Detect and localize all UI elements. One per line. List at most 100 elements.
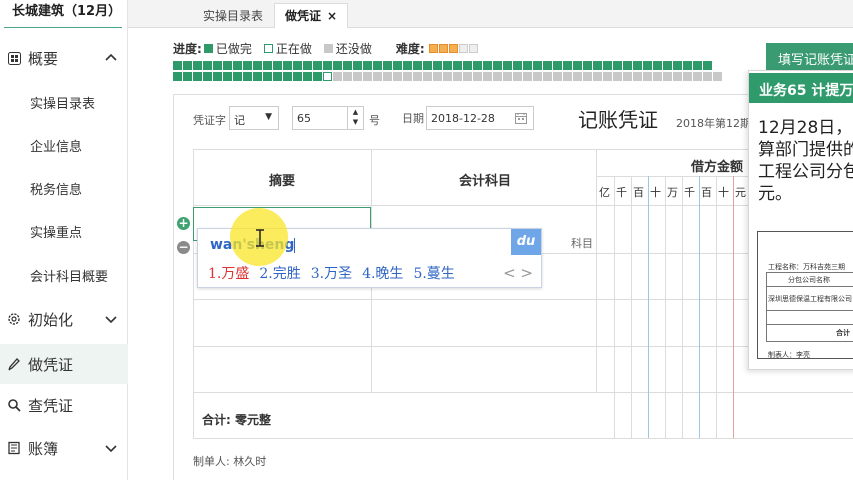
nav-group-make-voucher[interactable]: 做凭证 xyxy=(0,344,128,384)
progress-cell[interactable] xyxy=(683,61,692,70)
progress-cell[interactable] xyxy=(493,61,502,70)
progress-cell[interactable] xyxy=(343,72,352,81)
progress-cell[interactable] xyxy=(693,72,702,81)
progress-cell[interactable] xyxy=(403,61,412,70)
progress-cell[interactable] xyxy=(323,61,332,70)
sidebar-item-company-info[interactable]: 企业信息 xyxy=(30,136,82,155)
progress-cell[interactable] xyxy=(563,72,572,81)
progress-cell[interactable] xyxy=(303,72,312,81)
progress-cell[interactable] xyxy=(663,61,672,70)
voucher-type-select[interactable]: 记 ▼ xyxy=(229,106,279,130)
fill-voucher-button[interactable]: 填写记账凭证 xyxy=(766,43,853,70)
progress-cell[interactable] xyxy=(573,61,582,70)
progress-cell[interactable] xyxy=(533,72,542,81)
progress-cell[interactable] xyxy=(673,72,682,81)
progress-cell[interactable] xyxy=(183,72,192,81)
progress-cell[interactable] xyxy=(483,61,492,70)
progress-cell[interactable] xyxy=(203,72,212,81)
progress-cell[interactable] xyxy=(683,72,692,81)
progress-cell[interactable] xyxy=(173,72,182,81)
progress-cell[interactable] xyxy=(453,61,462,70)
progress-cell[interactable] xyxy=(653,72,662,81)
progress-cell[interactable] xyxy=(343,61,352,70)
progress-cell[interactable] xyxy=(303,61,312,70)
sidebar-item-tax-info[interactable]: 税务信息 xyxy=(30,179,82,198)
progress-cell[interactable] xyxy=(203,61,212,70)
progress-cell[interactable] xyxy=(603,72,612,81)
progress-cell[interactable] xyxy=(533,61,542,70)
progress-cell[interactable] xyxy=(703,61,712,70)
progress-cell[interactable] xyxy=(583,61,592,70)
progress-cell[interactable] xyxy=(433,72,442,81)
progress-cell[interactable] xyxy=(543,72,552,81)
progress-cell[interactable] xyxy=(633,61,642,70)
progress-cell[interactable] xyxy=(293,72,302,81)
progress-cell[interactable] xyxy=(413,61,422,70)
progress-cell[interactable] xyxy=(383,61,392,70)
source-document[interactable]: 工程名称：万科吉苑三期 分包公司名称 深圳思德保温工程有限公司 合计 制表人：李… xyxy=(757,231,853,359)
progress-cell[interactable] xyxy=(253,72,262,81)
progress-cell[interactable] xyxy=(333,61,342,70)
progress-cell[interactable] xyxy=(513,72,522,81)
nav-group-query-voucher[interactable]: 查凭证 xyxy=(0,387,128,423)
nav-group-ledger[interactable]: 账簿 xyxy=(0,430,128,466)
progress-cell[interactable] xyxy=(543,61,552,70)
sidebar-item-catalog[interactable]: 实操目录表 xyxy=(30,93,95,112)
progress-cell[interactable] xyxy=(393,72,402,81)
progress-cell[interactable] xyxy=(673,61,682,70)
progress-cell[interactable] xyxy=(493,72,502,81)
progress-cell[interactable] xyxy=(563,61,572,70)
tab-make-voucher[interactable]: 做凭证 × xyxy=(274,3,349,28)
nav-group-init[interactable]: 初始化 xyxy=(0,301,128,337)
progress-cell[interactable] xyxy=(583,72,592,81)
progress-cell[interactable] xyxy=(223,72,232,81)
progress-cell[interactable] xyxy=(333,72,342,81)
progress-cell[interactable] xyxy=(573,72,582,81)
progress-cell[interactable] xyxy=(553,72,562,81)
progress-cell[interactable] xyxy=(423,61,432,70)
progress-cell[interactable] xyxy=(523,61,532,70)
progress-cell[interactable] xyxy=(213,72,222,81)
progress-cell[interactable] xyxy=(313,61,322,70)
progress-cell[interactable] xyxy=(243,61,252,70)
progress-cell[interactable] xyxy=(183,61,192,70)
ime-candidate[interactable]: 2.完胜 xyxy=(259,263,300,283)
progress-cell[interactable] xyxy=(283,72,292,81)
add-row-icon[interactable]: + xyxy=(177,217,190,230)
progress-cell[interactable] xyxy=(393,61,402,70)
sidebar-item-key-points[interactable]: 实操重点 xyxy=(30,222,82,241)
progress-cell[interactable] xyxy=(173,61,182,70)
progress-cell[interactable] xyxy=(613,61,622,70)
progress-cell[interactable] xyxy=(263,72,272,81)
progress-cell[interactable] xyxy=(463,72,472,81)
nav-group-overview[interactable]: 概要 xyxy=(0,40,128,76)
close-icon[interactable]: × xyxy=(327,9,337,23)
progress-cell[interactable] xyxy=(653,61,662,70)
progress-cell[interactable] xyxy=(713,72,722,81)
sidebar-item-account-overview[interactable]: 会计科目概要 xyxy=(30,266,108,285)
progress-cell[interactable] xyxy=(223,61,232,70)
progress-cell[interactable] xyxy=(633,72,642,81)
progress-cell[interactable] xyxy=(403,72,412,81)
progress-cell[interactable] xyxy=(353,61,362,70)
progress-cell[interactable] xyxy=(473,72,482,81)
ime-candidate[interactable]: 1.万盛 xyxy=(208,263,249,283)
progress-cell[interactable] xyxy=(703,72,712,81)
progress-cell[interactable] xyxy=(363,61,372,70)
ime-candidate[interactable]: 5.蔓生 xyxy=(413,263,454,283)
progress-cell[interactable] xyxy=(383,72,392,81)
progress-cell[interactable] xyxy=(463,61,472,70)
progress-cell[interactable] xyxy=(413,72,422,81)
progress-cell[interactable] xyxy=(483,72,492,81)
stepper-arrows-icon[interactable]: ▲ ▼ xyxy=(347,107,363,129)
progress-cell[interactable] xyxy=(443,72,452,81)
progress-cell[interactable] xyxy=(503,61,512,70)
progress-cell[interactable] xyxy=(283,61,292,70)
progress-cell[interactable] xyxy=(213,61,222,70)
progress-cell[interactable] xyxy=(513,61,522,70)
progress-cell[interactable] xyxy=(473,61,482,70)
progress-cell[interactable] xyxy=(593,72,602,81)
tab-catalog[interactable]: 实操目录表 xyxy=(192,3,274,28)
progress-cell[interactable] xyxy=(623,61,632,70)
progress-cell[interactable] xyxy=(233,61,242,70)
